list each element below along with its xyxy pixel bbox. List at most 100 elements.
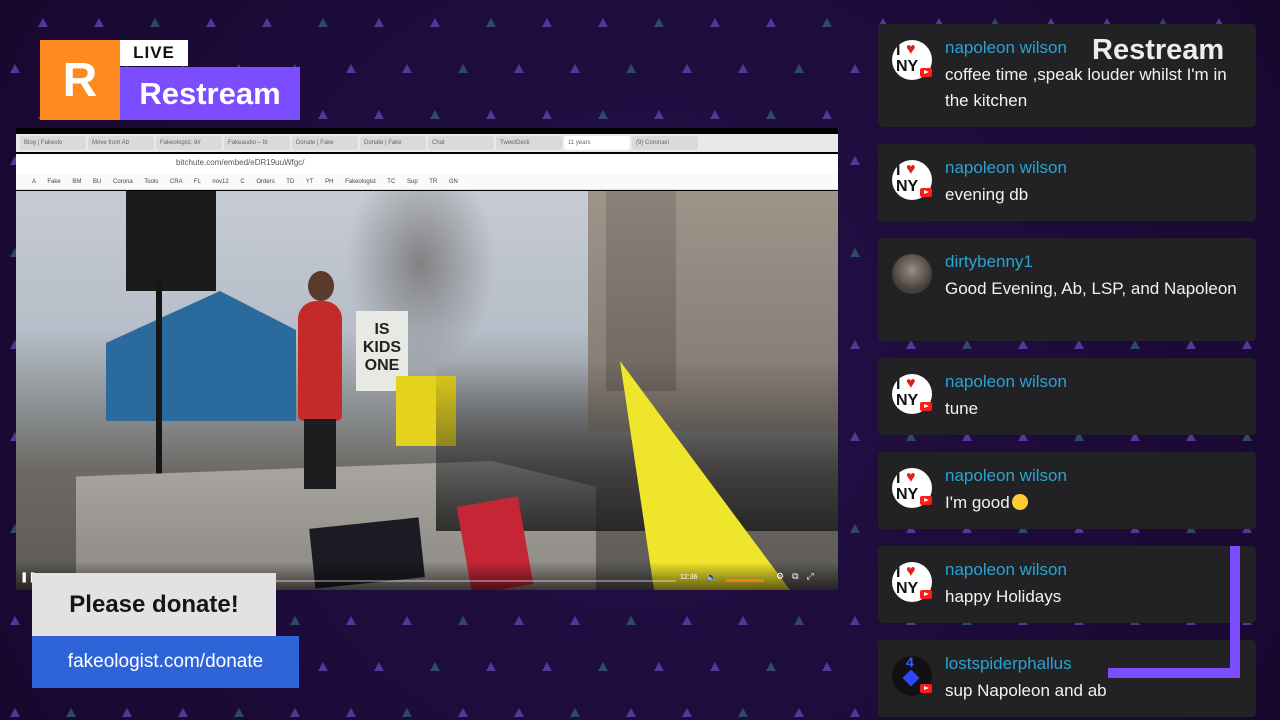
- logo-r-mark: R: [40, 40, 120, 120]
- pattern-triangle: [598, 110, 608, 119]
- pattern-triangle: [346, 64, 356, 73]
- browser-tab: TweetDeck: [496, 136, 562, 150]
- pattern-triangle: [766, 110, 776, 119]
- youtube-icon: [920, 684, 932, 693]
- pattern-triangle: [38, 18, 48, 27]
- browser-address-bar: bitchute.com/embed/eDR19uuWfgc/: [16, 154, 838, 175]
- chat-username: napoleon wilson: [945, 158, 1067, 177]
- pattern-triangle: [458, 616, 468, 625]
- pattern-triangle: [822, 662, 832, 671]
- pattern-triangle: [850, 340, 860, 349]
- pattern-triangle: [486, 110, 496, 119]
- chat-username: dirtybenny1: [945, 252, 1033, 271]
- browser-tab: Move from Ab: [88, 136, 154, 150]
- pattern-triangle: [626, 616, 636, 625]
- pattern-triangle: [206, 18, 216, 27]
- avatar-photo-icon: [892, 254, 932, 294]
- pattern-triangle: [150, 18, 160, 27]
- pattern-triangle: [486, 18, 496, 27]
- browser-tab: Blog | Fakeolo: [20, 136, 86, 150]
- pattern-triangle: [430, 110, 440, 119]
- pattern-triangle: [66, 708, 76, 717]
- pattern-triangle: [346, 616, 356, 625]
- browser-tab-active: 11 years: [564, 136, 630, 150]
- volume-slider[interactable]: [726, 579, 764, 582]
- pattern-triangle: [514, 616, 524, 625]
- pattern-triangle: [402, 64, 412, 73]
- player-settings-icons[interactable]: ⚙⧉⤢: [776, 571, 822, 582]
- pattern-triangle: [402, 708, 412, 717]
- pattern-triangle: [654, 662, 664, 671]
- pattern-triangle: [654, 18, 664, 27]
- browser-tab: Chat: [428, 136, 494, 150]
- pattern-triangle: [598, 662, 608, 671]
- chat-text: tune: [945, 399, 979, 418]
- pattern-triangle: [766, 662, 776, 671]
- pattern-triangle: [738, 708, 748, 717]
- donate-title: Please donate!: [32, 573, 276, 636]
- pattern-triangle: [318, 110, 328, 119]
- browser-tab: Fakeaudio – Ib: [224, 136, 290, 150]
- logo-brand-name: Restream: [120, 67, 300, 120]
- pattern-triangle: [122, 708, 132, 717]
- video-capture: Blog | Fakeolo Move from Ab Fakeologist:…: [16, 128, 838, 590]
- youtube-icon: [920, 590, 932, 599]
- pattern-triangle: [570, 708, 580, 717]
- chat-text: Good Evening, Ab, LSP, and Napoleon: [945, 279, 1237, 298]
- pattern-triangle: [850, 64, 860, 73]
- pattern-triangle: [514, 64, 524, 73]
- browser-tab-bar: Blog | Fakeolo Move from Ab Fakeologist:…: [16, 134, 838, 152]
- pattern-triangle: [654, 110, 664, 119]
- youtube-icon: [920, 188, 932, 197]
- pattern-triangle: [402, 616, 412, 625]
- smiling-emoji-icon: [1011, 494, 1028, 510]
- pattern-triangle: [318, 662, 328, 671]
- pattern-triangle: [570, 64, 580, 73]
- pattern-triangle: [10, 708, 20, 717]
- pattern-triangle: [682, 616, 692, 625]
- chat-text-wrap: I'm good: [945, 490, 1245, 516]
- restream-logo: R LIVE Restream: [40, 40, 300, 120]
- pattern-triangle: [794, 708, 804, 717]
- pattern-triangle: [794, 616, 804, 625]
- pattern-triangle: [626, 64, 636, 73]
- chat-username: lostspiderphallus: [945, 654, 1072, 673]
- chat-message: dirtybenny1 Good Evening, Ab, LSP, and N…: [878, 238, 1256, 341]
- volume-icon[interactable]: 🔈: [706, 572, 717, 583]
- pattern-triangle: [10, 616, 20, 625]
- person-red-coat: [298, 301, 342, 421]
- chat-username: napoleon wilson: [945, 560, 1067, 579]
- youtube-icon: [920, 402, 932, 411]
- chat-text: evening db: [945, 185, 1029, 204]
- browser-tab: Donate | Fake: [292, 136, 358, 150]
- pattern-triangle: [458, 708, 468, 717]
- decorative-corner-frame: [1108, 546, 1240, 678]
- pattern-triangle: [374, 110, 384, 119]
- tripod: [156, 281, 162, 501]
- pattern-triangle: [290, 616, 300, 625]
- pattern-triangle: [710, 662, 720, 671]
- pattern-triangle: [94, 18, 104, 27]
- video-frame: IS KIDS ONE: [16, 191, 838, 590]
- pattern-triangle: [178, 708, 188, 717]
- pattern-triangle: [738, 64, 748, 73]
- pattern-triangle: [794, 64, 804, 73]
- pattern-triangle: [430, 18, 440, 27]
- chat-message: I ♥ NY napoleon wilson evening db: [878, 144, 1256, 221]
- pattern-triangle: [626, 708, 636, 717]
- blue-tent: [106, 291, 296, 421]
- donate-url: fakeologist.com/donate: [32, 636, 299, 688]
- youtube-icon: [920, 496, 932, 505]
- pattern-triangle: [542, 662, 552, 671]
- live-badge: LIVE: [120, 40, 188, 66]
- pattern-triangle: [234, 708, 244, 717]
- pattern-triangle: [766, 18, 776, 27]
- chat-username: napoleon wilson: [945, 38, 1067, 57]
- chat-text: coffee time ,speak louder whilst I'm in …: [945, 65, 1227, 110]
- pattern-triangle: [486, 662, 496, 671]
- pattern-triangle: [570, 616, 580, 625]
- chat-text: I'm good: [945, 493, 1010, 512]
- pattern-triangle: [598, 18, 608, 27]
- pattern-triangle: [850, 616, 860, 625]
- pattern-triangle: [514, 708, 524, 717]
